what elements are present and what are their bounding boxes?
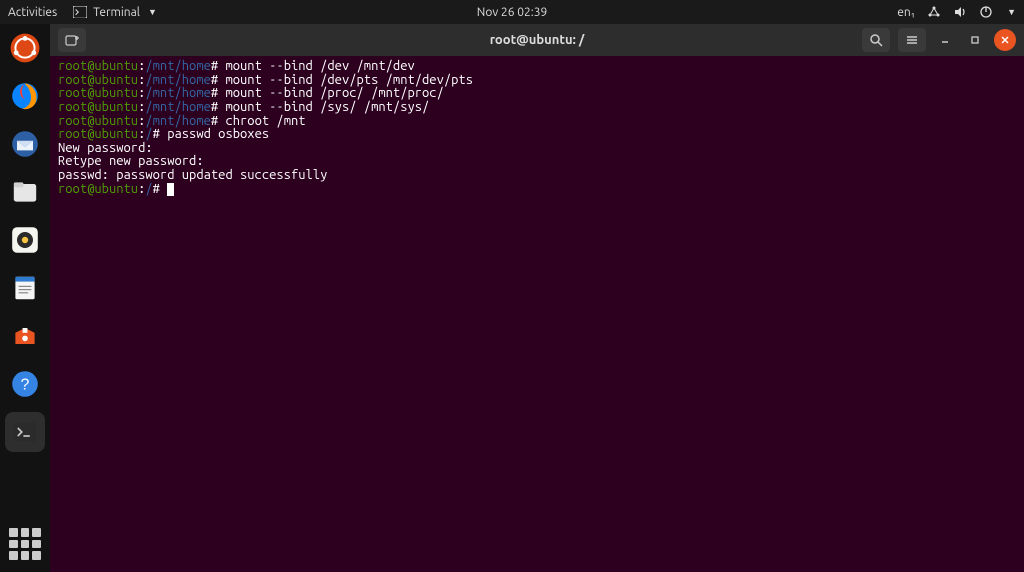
volume-icon[interactable] — [953, 5, 967, 19]
dock-rhythmbox[interactable] — [5, 220, 45, 260]
terminal-line: root@ubuntu:/# passwd osboxes — [58, 128, 1016, 142]
terminal-window: root@ubuntu: / root@ubuntu:/mnt/ — [50, 24, 1024, 572]
dock-help[interactable]: ? — [5, 364, 45, 404]
terminal-line: root@ubuntu:/mnt/home# mount --bind /dev… — [58, 74, 1016, 88]
terminal-prompt[interactable]: root@ubuntu:/# — [58, 183, 1016, 197]
terminal-line: root@ubuntu:/mnt/home# mount --bind /pro… — [58, 87, 1016, 101]
terminal-line: root@ubuntu:/mnt/home# chroot /mnt — [58, 115, 1016, 129]
dock-files[interactable] — [5, 172, 45, 212]
power-icon[interactable] — [979, 5, 993, 19]
close-button[interactable] — [994, 29, 1016, 51]
terminal-line: root@ubuntu:/mnt/home# mount --bind /sys… — [58, 101, 1016, 115]
app-menu[interactable]: Terminal ▼ — [73, 6, 157, 19]
network-icon[interactable] — [927, 5, 941, 19]
dock-ubuntu-launcher[interactable] — [5, 28, 45, 68]
gnome-top-bar: Activities Terminal ▼ Nov 26 02:39 en₁ ▼ — [0, 0, 1024, 24]
app-menu-label: Terminal — [93, 6, 140, 19]
terminal-line: root@ubuntu:/mnt/home# mount --bind /dev… — [58, 60, 1016, 74]
dock-firefox[interactable] — [5, 76, 45, 116]
dock-thunderbird[interactable] — [5, 124, 45, 164]
clock[interactable]: Nov 26 02:39 — [477, 6, 547, 19]
dock-ubuntu-software[interactable] — [5, 316, 45, 356]
chevron-down-icon: ▼ — [148, 7, 157, 17]
dock-terminal[interactable] — [5, 412, 45, 452]
svg-text:?: ? — [21, 377, 30, 394]
dock: ? — [0, 24, 50, 572]
terminal-output-line: New password: — [58, 142, 1016, 156]
terminal-icon — [73, 6, 87, 18]
new-tab-button[interactable] — [58, 28, 86, 52]
chevron-down-icon[interactable]: ▼ — [1007, 7, 1016, 17]
input-language-indicator[interactable]: en₁ — [897, 6, 915, 19]
terminal-output-line: Retype new password: — [58, 155, 1016, 169]
terminal-body[interactable]: root@ubuntu:/mnt/home# mount --bind /dev… — [50, 56, 1024, 572]
terminal-header-bar: root@ubuntu: / — [50, 24, 1024, 56]
workspace: root@ubuntu: / root@ubuntu:/mnt/ — [50, 24, 1024, 572]
activities-button[interactable]: Activities — [8, 6, 57, 19]
window-title: root@ubuntu: / — [490, 33, 585, 47]
dock-libreoffice-writer[interactable] — [5, 268, 45, 308]
terminal-output-line: passwd: password updated successfully — [58, 169, 1016, 183]
search-button[interactable] — [862, 28, 890, 52]
maximize-button[interactable] — [964, 29, 986, 51]
hamburger-menu-button[interactable] — [898, 28, 926, 52]
terminal-cursor — [167, 183, 174, 196]
dock-show-applications[interactable] — [9, 528, 41, 560]
minimize-button[interactable] — [934, 29, 956, 51]
